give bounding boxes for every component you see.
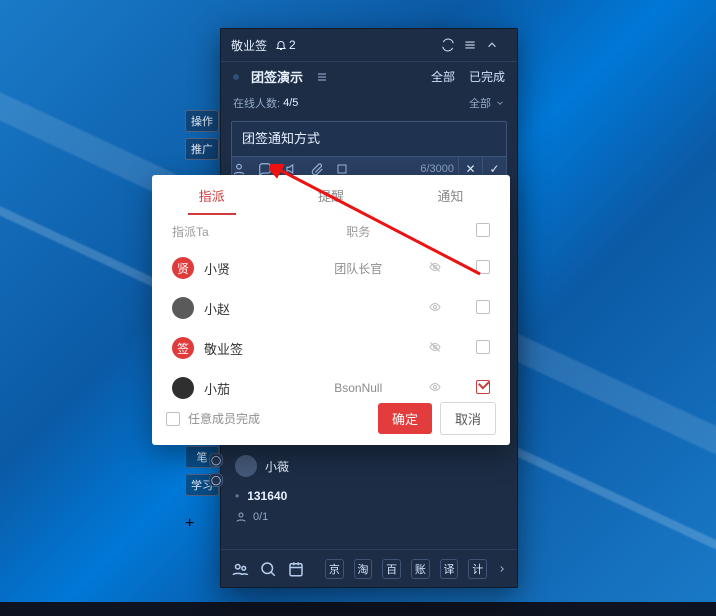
scope-all[interactable]: 全部 — [469, 95, 491, 111]
chip-jing[interactable]: 京 — [325, 559, 344, 579]
filter-all[interactable]: 全部 — [431, 68, 455, 85]
list-item[interactable]: • 131640 — [231, 483, 507, 509]
app-bottombar: 京 淘 百 账 译 计 — [221, 549, 517, 587]
chip-yi[interactable]: 译 — [440, 559, 459, 579]
note-input[interactable]: 团签通知方式 — [232, 122, 506, 156]
visibility-icon[interactable] — [410, 301, 460, 316]
filter-done[interactable]: 已完成 — [469, 68, 505, 85]
col-role: 职务 — [307, 223, 410, 240]
list-item-sub: 0/1 — [231, 509, 507, 531]
attach-icon[interactable] — [310, 162, 336, 176]
chip-tao[interactable]: 淘 — [354, 559, 373, 579]
notif-count: 2 — [289, 38, 296, 52]
board-dot-icon — [233, 74, 239, 80]
note-input-card: 团签通知方式 6/3000 ✕ ✓ — [231, 121, 507, 181]
tab-notify[interactable]: 通知 — [391, 175, 510, 215]
desktop: 操作 推广 笔 学习 + 敬业签 2 团签演示 全部 已完成 — [0, 0, 716, 616]
quickbar-op[interactable]: 操作 — [185, 110, 219, 132]
menu-icon[interactable] — [463, 38, 477, 52]
member-checkbox[interactable] — [476, 260, 490, 274]
modal-header-row: 指派Ta 职务 — [152, 215, 510, 248]
visibility-icon[interactable] — [410, 341, 460, 356]
taskbar — [0, 602, 716, 616]
member-role: 团队长官 — [307, 260, 410, 277]
app-title: 敬业签 — [231, 37, 267, 54]
list-item[interactable]: 小薇 — [231, 449, 507, 483]
cancel-button[interactable]: 取消 — [440, 402, 496, 435]
avatar: 贤 — [172, 257, 194, 279]
side-dot[interactable]: ◯ — [209, 453, 223, 467]
sync-icon[interactable] — [441, 38, 455, 52]
modal-tabs: 指派 提醒 通知 — [152, 175, 510, 215]
sound-icon[interactable] — [284, 162, 310, 176]
member-name: 小贤 — [204, 259, 230, 278]
square-icon[interactable] — [336, 163, 362, 175]
list-item-name: 小薇 — [265, 458, 289, 475]
member-checkbox[interactable] — [476, 300, 490, 314]
any-member-checkbox[interactable] — [166, 412, 180, 426]
member-checkbox[interactable] — [476, 340, 490, 354]
avatar: 签 — [172, 337, 194, 359]
search-icon[interactable] — [259, 560, 277, 578]
online-label: 在线人数: — [233, 95, 280, 111]
board-header: 团签演示 全部 已完成 — [221, 61, 517, 91]
quickbar-promo[interactable]: 推广 — [185, 138, 219, 160]
calendar-icon[interactable] — [287, 560, 305, 578]
titlebar: 敬业签 2 — [221, 29, 517, 61]
chevron-right-icon[interactable] — [497, 564, 507, 574]
assign-modal: 指派 提醒 通知 指派Ta 职务 贤小贤团队长官小赵签敬业签小茄BsonNull… — [152, 175, 510, 445]
member-row[interactable]: 贤小贤 团队长官 — [152, 248, 510, 288]
online-value: 4/5 — [283, 97, 298, 109]
any-member-label: 任意成员完成 — [188, 410, 260, 427]
bell-icon[interactable]: 2 — [275, 38, 296, 52]
char-count: 6/3000 — [420, 163, 458, 175]
confirm-button[interactable]: 确定 — [378, 403, 432, 434]
list-item-code: 131640 — [247, 489, 287, 503]
chevron-down-icon — [495, 98, 505, 108]
tab-remind[interactable]: 提醒 — [271, 175, 390, 215]
side-dot[interactable]: ◯ — [209, 473, 223, 487]
quickbar-add[interactable]: + — [185, 515, 219, 533]
chat-icon[interactable] — [258, 162, 284, 176]
check-all[interactable] — [476, 223, 490, 237]
member-name: 敬业签 — [204, 339, 243, 358]
board-name[interactable]: 团签演示 — [251, 67, 303, 86]
note-list: ◯ ◯ 小薇 • 131640 0/1 — [231, 449, 507, 531]
chip-ji[interactable]: 计 — [468, 559, 487, 579]
chevron-up-icon[interactable] — [485, 38, 499, 52]
chip-zhang[interactable]: 账 — [411, 559, 430, 579]
member-name: 小赵 — [204, 299, 230, 318]
col-name: 指派Ta — [172, 223, 307, 240]
avatar — [235, 455, 257, 477]
list-icon[interactable] — [315, 71, 329, 83]
visibility-icon[interactable] — [410, 261, 460, 276]
member-row[interactable]: 小赵 — [152, 288, 510, 328]
member-row[interactable]: 签敬业签 — [152, 328, 510, 368]
tab-assign[interactable]: 指派 — [152, 175, 271, 215]
avatar — [172, 297, 194, 319]
team-icon[interactable] — [231, 560, 249, 578]
chip-bai[interactable]: 百 — [382, 559, 401, 579]
online-line: 在线人数: 4/5 全部 — [221, 91, 517, 119]
modal-footer: 任意成员完成 确定 取消 — [152, 392, 510, 445]
assign-icon[interactable] — [232, 162, 258, 176]
